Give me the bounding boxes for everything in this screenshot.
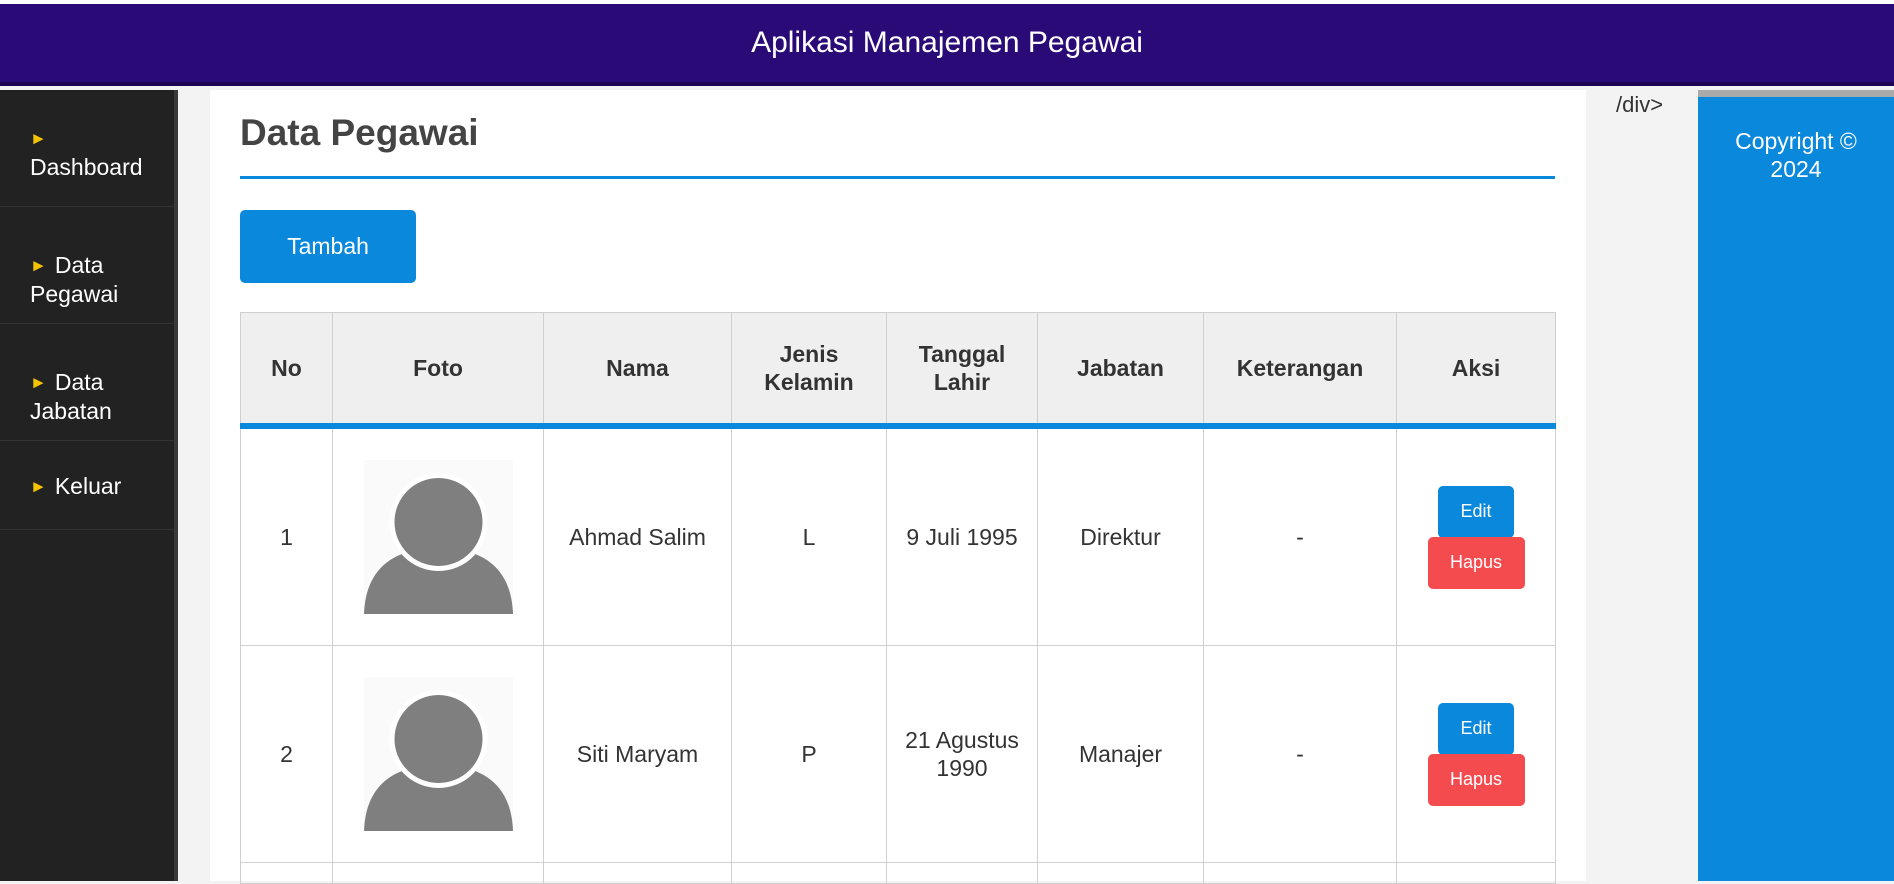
cell-no: 2 [240,645,333,863]
cell-jenis-kelamin: P [731,645,887,863]
cell-tanggal-lahir: 9 Juli 1995 [886,425,1038,646]
user-avatar-icon [363,677,513,831]
cell-nama: Ahmad Salim [543,425,732,646]
employee-table: No Foto Nama Jenis Kelamin Tanggal Lahir… [240,312,1556,884]
main-content: Data Pegawai Tambah No Foto Nama Jenis K… [210,90,1586,884]
cell-foto [332,425,544,646]
column-header-no: No [240,312,333,429]
triangle-right-icon: ► [30,373,47,392]
user-avatar-icon [363,460,513,614]
cell-jenis-kelamin: L [731,425,887,646]
sidebar: ► Dashboard ► Data Pegawai ► Data Jabatan … [0,90,178,881]
copyright-text: Copyright © 2024 [1735,128,1857,182]
cell-jabatan: Manajer [1037,645,1204,863]
sidebar-item-dashboard[interactable]: ► Dashboard [0,90,174,207]
app-title: Aplikasi Manajemen Pegawai [751,26,1143,59]
footer-panel: Copyright © 2024 [1698,90,1894,881]
cell-aksi: Edit Hapus [1396,425,1556,646]
table-row: 1 Ahmad Salim L 9 Juli 1995 Direktur - E… [240,425,1556,646]
add-button[interactable]: Tambah [240,210,416,283]
edit-button[interactable]: Edit [1438,485,1514,538]
sidebar-item-label: Dashboard [30,154,143,180]
triangle-right-icon: ► [30,256,47,275]
column-header-keterangan: Keterangan [1203,312,1397,429]
column-header-tanggal-lahir: Tanggal Lahir [886,312,1038,429]
sidebar-item-label: Keluar [54,473,122,499]
column-header-nama: Nama [543,312,732,429]
cell-tanggal-lahir: 21 Agustus 1990 [886,645,1038,863]
column-header-aksi: Aksi [1396,312,1556,429]
cell-foto [332,645,544,863]
sidebar-item-keluar[interactable]: ► Keluar [0,441,174,530]
cell-jabatan: Direktur [1037,425,1204,646]
table-row [240,862,1556,884]
column-header-jenis-kelamin: Jenis Kelamin [731,312,887,429]
triangle-right-icon: ► [30,129,47,148]
triangle-right-icon: ► [30,477,47,496]
stray-markup-text: /div> [1616,92,1664,117]
page-title: Data Pegawai [240,112,479,153]
title-divider [240,176,1555,179]
sidebar-item-data-jabatan[interactable]: ► Data Jabatan [0,324,174,441]
sidebar-item-data-pegawai[interactable]: ► Data Pegawai [0,207,174,324]
app-header: Aplikasi Manajemen Pegawai [0,4,1894,86]
delete-button[interactable]: Hapus [1427,753,1525,806]
column-header-jabatan: Jabatan [1037,312,1204,429]
cell-no: 1 [240,425,333,646]
column-header-foto: Foto [332,312,544,429]
cell-keterangan: - [1203,645,1397,863]
edit-button[interactable]: Edit [1438,702,1514,755]
delete-button[interactable]: Hapus [1427,536,1525,589]
table-row: 2 Siti Maryam P 21 Agustus 1990 Manajer … [240,645,1556,863]
cell-aksi: Edit Hapus [1396,645,1556,863]
table-header-row: No Foto Nama Jenis Kelamin Tanggal Lahir… [240,312,1556,429]
cell-nama: Siti Maryam [543,645,732,863]
cell-keterangan: - [1203,425,1397,646]
